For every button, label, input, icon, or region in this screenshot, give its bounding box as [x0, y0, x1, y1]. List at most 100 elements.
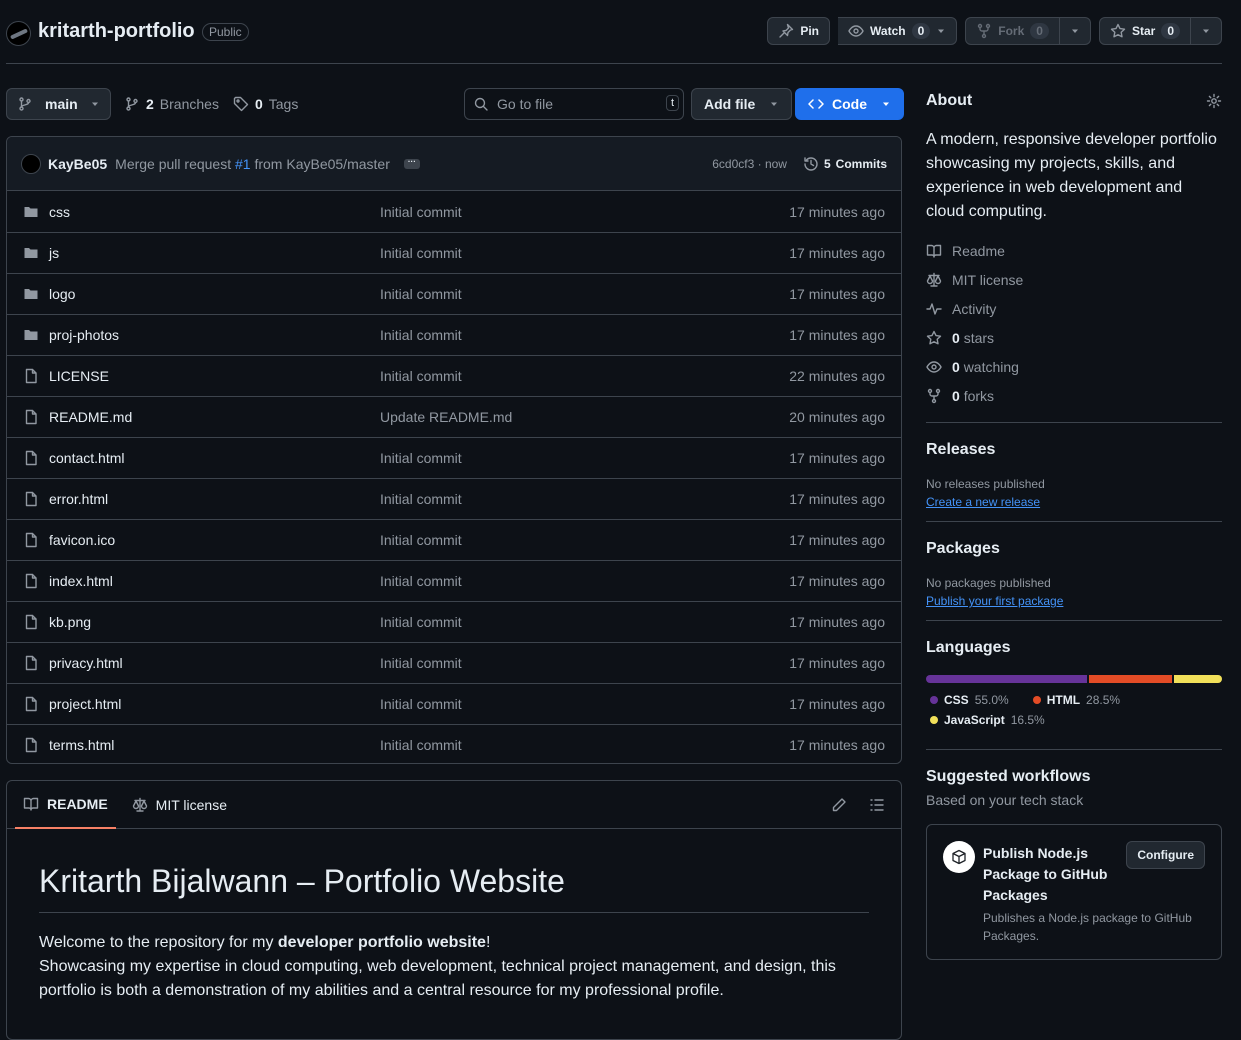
fork-dropdown[interactable] — [1059, 17, 1091, 45]
file-commit-message[interactable]: Initial commit — [380, 655, 462, 671]
file-row[interactable]: proj-photos Initial commit 17 minutes ago — [7, 314, 901, 355]
branch-icon — [124, 96, 140, 112]
tab-license[interactable]: MIT license — [124, 781, 235, 829]
file-name[interactable]: terms.html — [49, 737, 380, 753]
commits-link[interactable]: 5 Commits — [803, 156, 887, 172]
language-item[interactable]: HTML 28.5% — [1032, 693, 1120, 707]
star-icon — [1110, 23, 1126, 39]
releases-title[interactable]: Releases — [926, 441, 1222, 459]
tab-readme[interactable]: README — [15, 781, 116, 829]
fork-icon — [926, 388, 942, 404]
file-row[interactable]: README.md Update README.md 20 minutes ago — [7, 396, 901, 437]
file-commit-date: 17 minutes ago — [789, 286, 885, 302]
configure-button[interactable]: Configure — [1126, 841, 1205, 869]
file-name[interactable]: error.html — [49, 491, 380, 507]
file-commit-message[interactable]: Initial commit — [380, 532, 462, 548]
publish-package-link[interactable]: Publish your first package — [926, 594, 1222, 608]
file-row[interactable]: LICENSE Initial commit 22 minutes ago — [7, 355, 901, 396]
repo-name[interactable]: kritarth-portfolio — [38, 20, 195, 43]
owner-avatar[interactable] — [6, 21, 31, 46]
code-button[interactable]: Code — [795, 88, 904, 120]
gear-icon[interactable] — [1206, 93, 1222, 109]
file-name[interactable]: README.md — [49, 409, 380, 425]
file-name[interactable]: LICENSE — [49, 368, 380, 384]
packages-title[interactable]: Packages — [926, 540, 1222, 558]
file-name[interactable]: logo — [49, 286, 380, 302]
releases-empty: No releases published — [926, 477, 1045, 491]
file-row[interactable]: js Initial commit 17 minutes ago — [7, 232, 901, 273]
file-name[interactable]: proj-photos — [49, 327, 380, 343]
file-row[interactable]: kb.png Initial commit 17 minutes ago — [7, 601, 901, 642]
watching-link[interactable]: 0 watching — [926, 352, 1222, 381]
file-name[interactable]: js — [49, 245, 380, 261]
file-commit-message[interactable]: Update README.md — [380, 409, 512, 425]
tab-license-label: MIT license — [155, 796, 227, 813]
file-row[interactable]: privacy.html Initial commit 17 minutes ago — [7, 642, 901, 683]
file-row[interactable]: logo Initial commit 17 minutes ago — [7, 273, 901, 314]
file-name[interactable]: favicon.ico — [49, 532, 380, 548]
file-name[interactable]: contact.html — [49, 450, 380, 466]
ellipsis-button[interactable]: ··· — [403, 157, 420, 169]
go-to-file-input[interactable]: Go to file t — [464, 88, 684, 120]
pin-button[interactable]: Pin — [767, 17, 831, 45]
star-count: 0 — [1161, 23, 1180, 39]
file-commit-message[interactable]: Initial commit — [380, 368, 462, 384]
file-commit-message[interactable]: Initial commit — [380, 696, 462, 712]
add-file-button[interactable]: Add file — [691, 88, 793, 120]
branches-label: Branches — [159, 96, 219, 112]
about-description: A modern, responsive developer portfolio… — [926, 131, 1217, 220]
code-icon — [808, 96, 824, 112]
file-commit-message[interactable]: Initial commit — [380, 614, 462, 630]
file-row[interactable]: project.html Initial commit 17 minutes ago — [7, 683, 901, 724]
chevron-down-icon — [881, 99, 891, 109]
pencil-icon[interactable] — [831, 797, 847, 813]
file-row[interactable]: error.html Initial commit 17 minutes ago — [7, 478, 901, 519]
commit-sha-time[interactable]: 6cd0cf3 · now — [712, 157, 787, 171]
language-item[interactable]: CSS 55.0% — [930, 693, 1009, 707]
file-commit-message[interactable]: Initial commit — [380, 245, 462, 261]
file-name[interactable]: project.html — [49, 696, 380, 712]
file-row[interactable]: css Initial commit 17 minutes ago — [7, 191, 901, 232]
star-button[interactable]: Star 0 — [1098, 17, 1191, 45]
language-item[interactable]: JavaScript 16.5% — [930, 713, 1045, 727]
forks-link[interactable]: 0 forks — [926, 381, 1222, 410]
outline-icon[interactable] — [869, 797, 885, 813]
license-label: MIT license — [952, 271, 1024, 288]
readme-link[interactable]: Readme — [926, 236, 1222, 265]
author-avatar[interactable] — [21, 153, 41, 174]
file-commit-message[interactable]: Initial commit — [380, 286, 462, 302]
file-row[interactable]: index.html Initial commit 17 minutes ago — [7, 560, 901, 601]
star-dropdown[interactable] — [1191, 17, 1222, 45]
file-commit-message[interactable]: Initial commit — [380, 450, 462, 466]
create-release-link[interactable]: Create a new release — [926, 495, 1222, 509]
file-commit-message[interactable]: Initial commit — [380, 204, 462, 220]
tags-link[interactable]: 0 Tags — [233, 96, 298, 112]
file-row[interactable]: contact.html Initial commit 17 minutes ago — [7, 437, 901, 478]
workflow-title: Publish Node.js Package to GitHub Packag… — [983, 845, 1108, 903]
file-name[interactable]: index.html — [49, 573, 380, 589]
stars-link[interactable]: 0 stars — [926, 323, 1222, 352]
file-commit-message[interactable]: Initial commit — [380, 573, 462, 589]
file-commit-message[interactable]: Initial commit — [380, 327, 462, 343]
branches-link[interactable]: 2 Branches — [124, 96, 219, 112]
file-commit-date: 17 minutes ago — [789, 327, 885, 343]
chevron-down-icon — [1201, 26, 1211, 36]
license-link[interactable]: MIT license — [926, 265, 1222, 294]
file-icon — [7, 491, 49, 507]
file-row[interactable]: terms.html Initial commit 17 minutes ago — [7, 724, 901, 763]
file-commit-message[interactable]: Initial commit — [380, 737, 462, 753]
file-name[interactable]: css — [49, 204, 380, 220]
file-name[interactable]: privacy.html — [49, 655, 380, 671]
file-commit-message[interactable]: Initial commit — [380, 491, 462, 507]
pr-link[interactable]: #1 — [235, 156, 251, 172]
file-row[interactable]: favicon.ico Initial commit 17 minutes ago — [7, 519, 901, 560]
pin-icon — [778, 23, 794, 39]
commit-message[interactable]: Merge pull request #1 from KayBe05/maste… — [115, 156, 390, 172]
commit-author[interactable]: KayBe05 — [48, 156, 107, 172]
branches-count: 2 — [146, 96, 154, 112]
watch-button[interactable]: Watch 0 — [838, 17, 958, 45]
activity-link[interactable]: Activity — [926, 294, 1222, 323]
fork-button[interactable]: Fork 0 — [965, 17, 1060, 45]
file-name[interactable]: kb.png — [49, 614, 380, 630]
branch-selector[interactable]: main — [6, 88, 111, 120]
